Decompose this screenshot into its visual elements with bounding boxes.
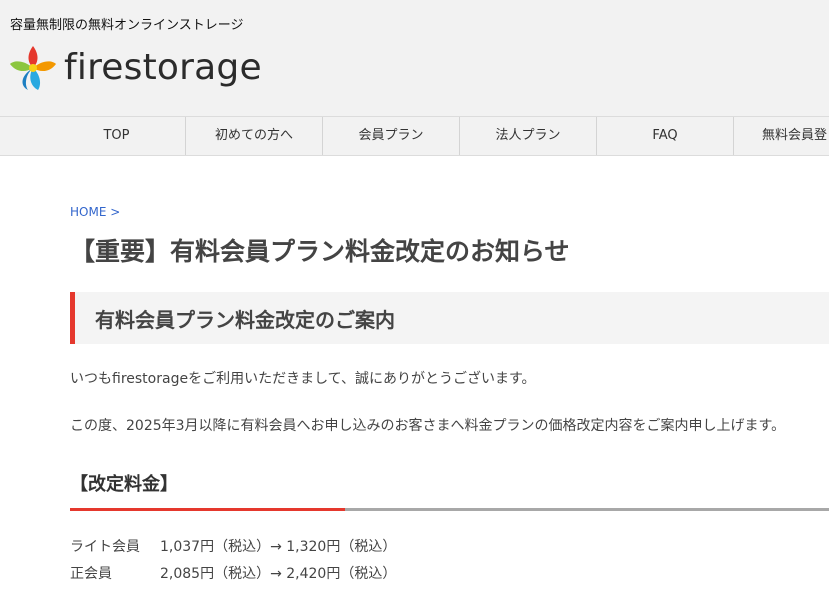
flame-flower-icon [10, 46, 56, 90]
page-title: 【重要】有料会員プラン料金改定のお知らせ [70, 237, 570, 266]
section-heading: 有料会員プラン料金改定のご案内 [95, 308, 395, 332]
nav-item-beginners[interactable]: 初めての方へ [185, 117, 322, 155]
breadcrumb-separator: > [110, 205, 121, 219]
nav-item-top[interactable]: TOP [48, 117, 185, 155]
price-change: 2,085円（税込）→ 2,420円（税込） [160, 566, 397, 582]
price-change: 1,037円（税込）→ 1,320円（税込） [160, 539, 397, 555]
site-tagline: 容量無制限の無料オンラインストレージ [10, 18, 244, 33]
intro-paragraph: いつもfirestorageをご利用いただきまして、誠にありがとうございます。 [70, 371, 536, 387]
price-plan-name: 正会員 [70, 566, 112, 582]
price-row: 正会員 2,085円（税込）→ 2,420円（税込） [70, 563, 396, 583]
notice-paragraph: この度、2025年3月以降に有料会員へお申し込みのお客さまへ料金プランの価格改定… [70, 418, 786, 434]
section-heading-box: 有料会員プラン料金改定のご案内 [70, 292, 829, 344]
main-nav: TOP 初めての方へ 会員プラン 法人プラン FAQ 無料会員登 [0, 116, 829, 156]
logo-text: firestorage [64, 46, 262, 88]
nav-item-free-signup[interactable]: 無料会員登 [733, 117, 829, 155]
nav-item-business-plans[interactable]: 法人プラン [459, 117, 596, 155]
site-header: 容量無制限の無料オンラインストレージ firestorage [0, 0, 829, 116]
site-logo[interactable]: firestorage [8, 42, 262, 92]
price-plan-name: ライト会員 [70, 539, 140, 555]
heading-underline-accent [70, 508, 345, 511]
breadcrumb: HOME > [70, 205, 120, 219]
price-row: ライト会員 1,037円（税込）→ 1,320円（税込） [70, 536, 396, 556]
nav-item-member-plans[interactable]: 会員プラン [322, 117, 459, 155]
breadcrumb-home-link[interactable]: HOME [70, 205, 106, 219]
price-heading: 【改定料金】 [70, 474, 178, 495]
nav-item-faq[interactable]: FAQ [596, 117, 733, 155]
